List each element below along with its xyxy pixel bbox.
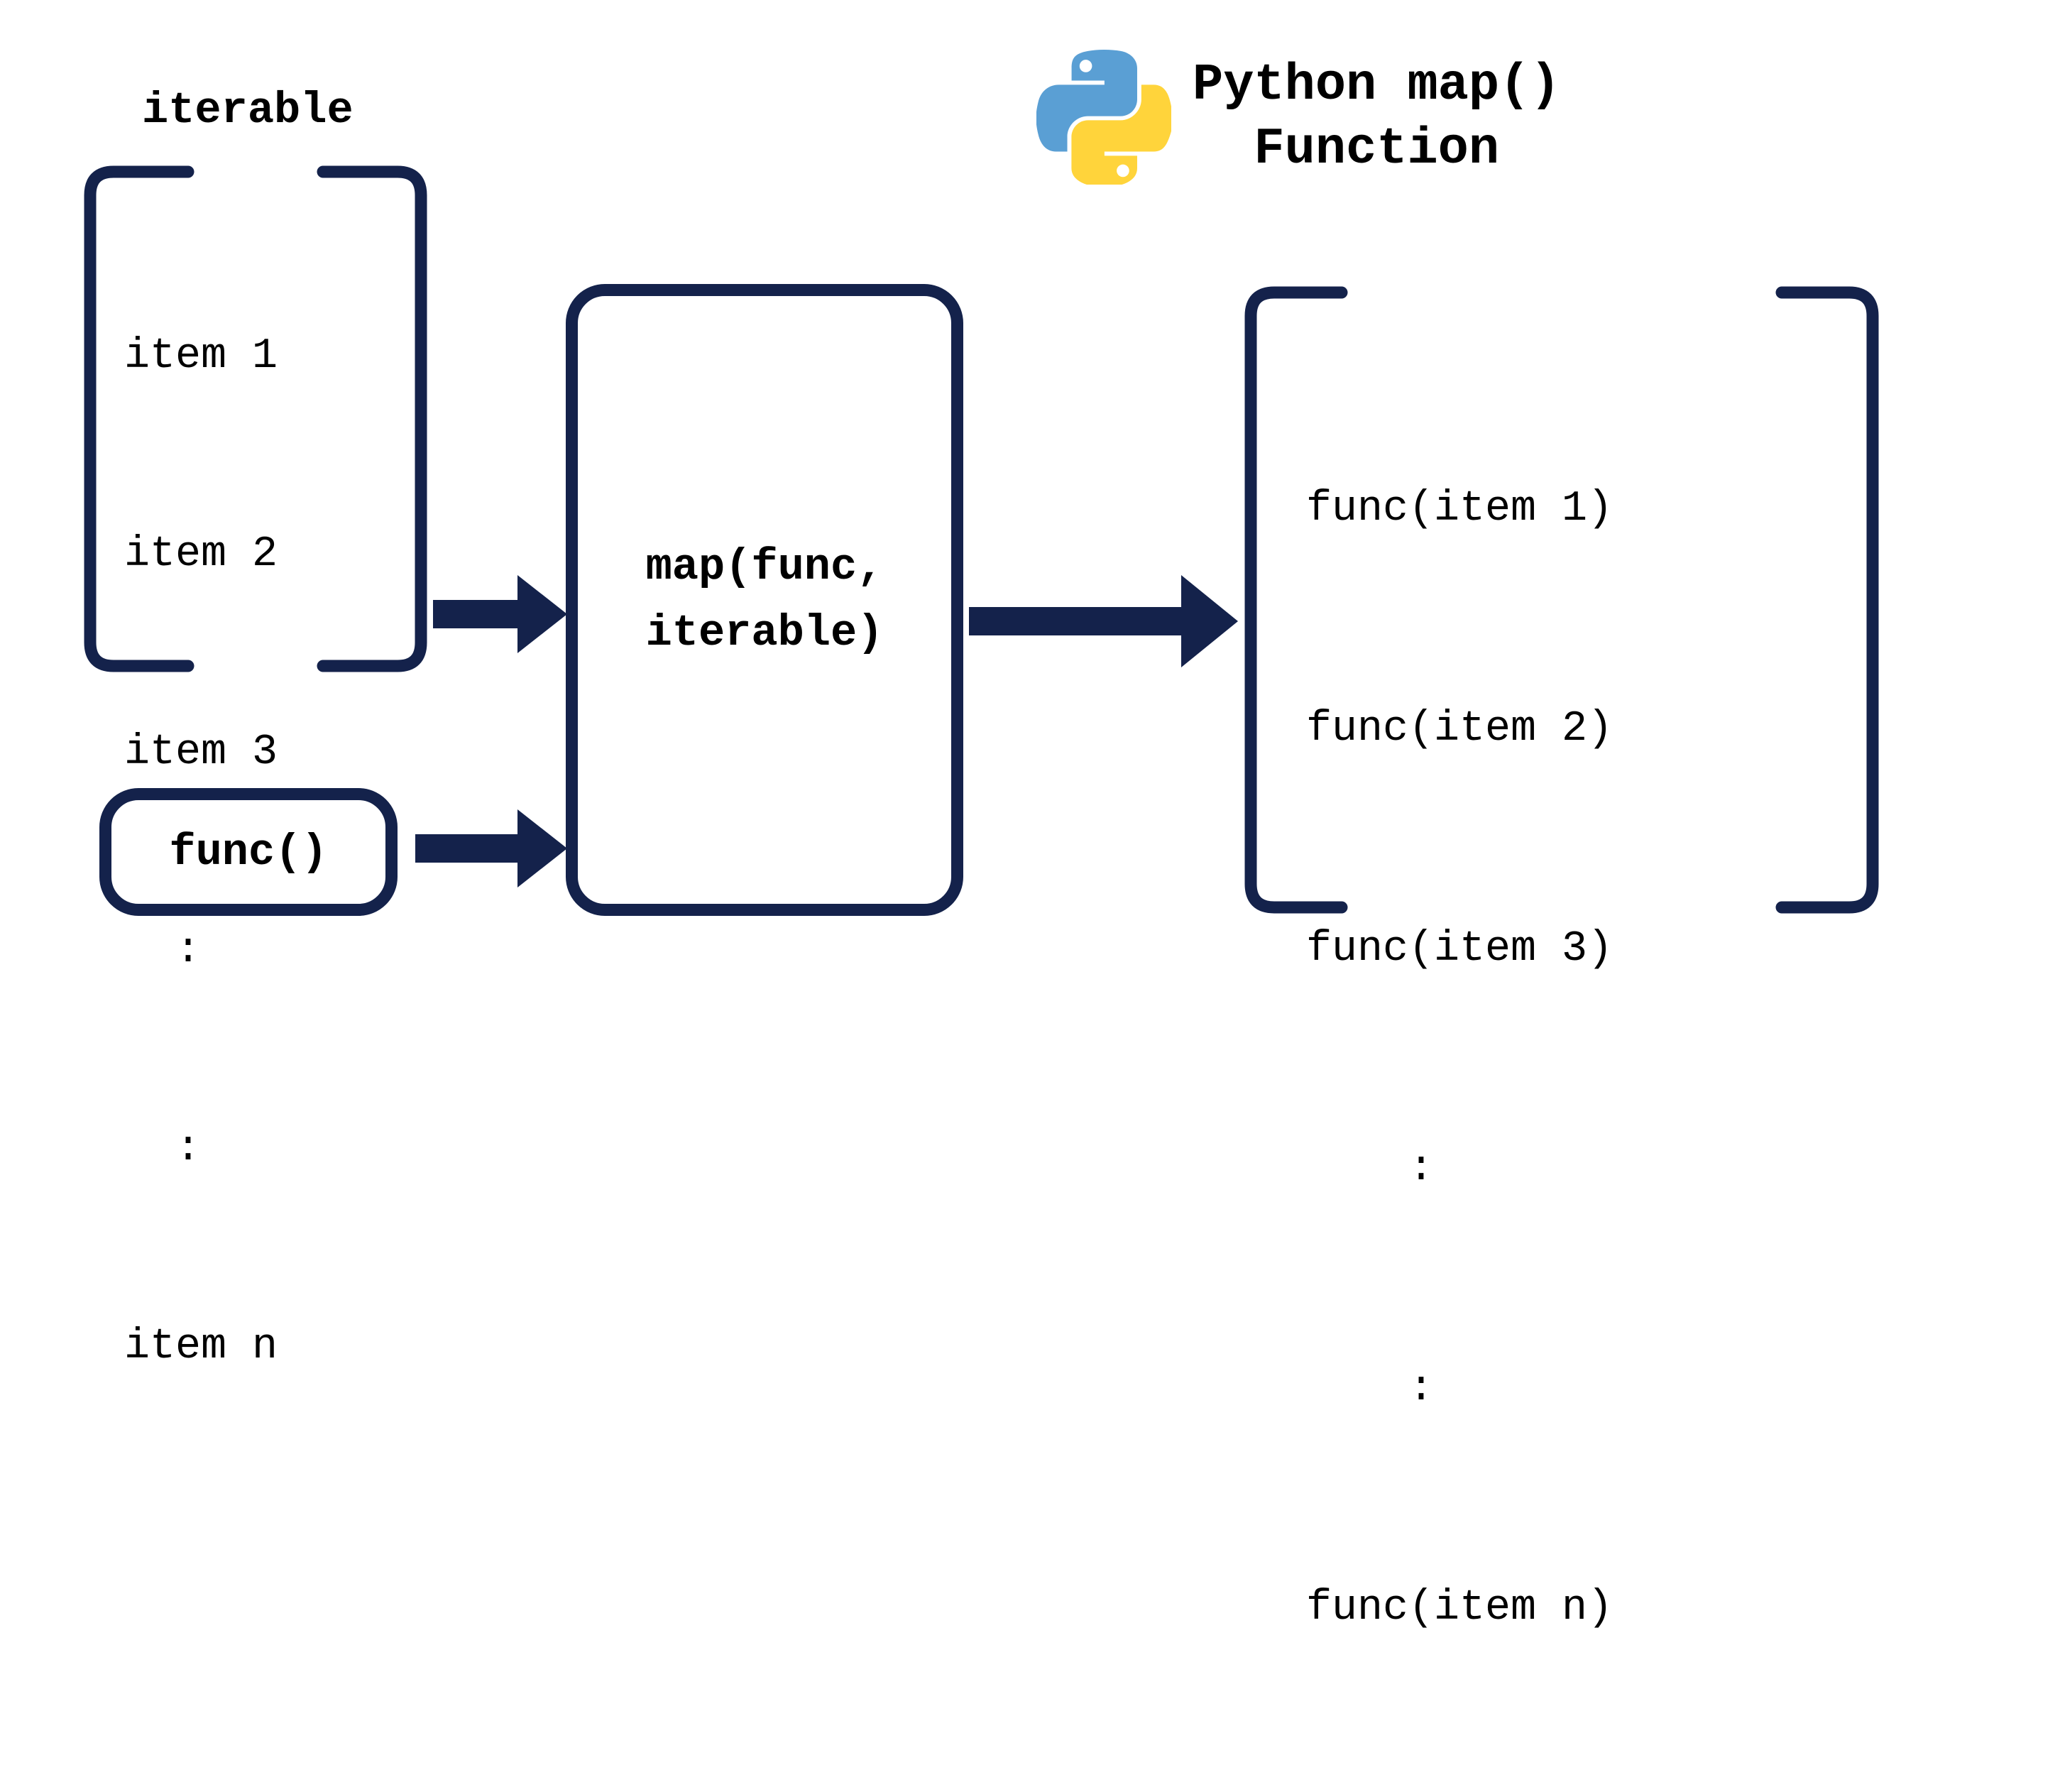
output-item: func(item 3): [1306, 913, 1613, 986]
output-item: :: [1306, 1132, 1613, 1206]
arrow-icon: [969, 575, 1238, 667]
output-box: func(item 1) func(item 2) func(item 3) :…: [1242, 284, 1881, 916]
iterable-item: :: [124, 1116, 278, 1182]
arrow-icon: [433, 575, 567, 653]
iterable-label: iterable: [142, 85, 354, 136]
title-line-2: Function: [1193, 117, 1560, 181]
map-line-2: iterable): [646, 600, 884, 666]
arrow-icon: [415, 809, 567, 887]
output-items: func(item 1) func(item 2) func(item 3) :…: [1306, 327, 1613, 1792]
iterable-item: item n: [124, 1314, 278, 1380]
iterable-item: item 3: [124, 720, 278, 786]
iterable-box: item 1 item 2 item 3 : : item n: [82, 163, 429, 674]
func-box: func(): [99, 788, 398, 916]
output-item: func(item 1): [1306, 473, 1613, 546]
map-line-1: map(func,: [646, 534, 884, 600]
diagram-title: Python map() Function: [1193, 53, 1560, 181]
output-item: :: [1306, 1353, 1613, 1426]
iterable-item: :: [124, 918, 278, 984]
map-box: map(func, iterable): [566, 284, 963, 916]
title-group: Python map() Function: [1036, 50, 1560, 185]
python-logo-icon: [1036, 50, 1171, 185]
title-line-1: Python map(): [1193, 53, 1560, 117]
output-item: func(item 2): [1306, 693, 1613, 766]
output-item: func(item n): [1306, 1572, 1613, 1645]
func-label: func(): [169, 827, 327, 878]
iterable-item: item 1: [124, 324, 278, 390]
iterable-item: item 2: [124, 522, 278, 588]
